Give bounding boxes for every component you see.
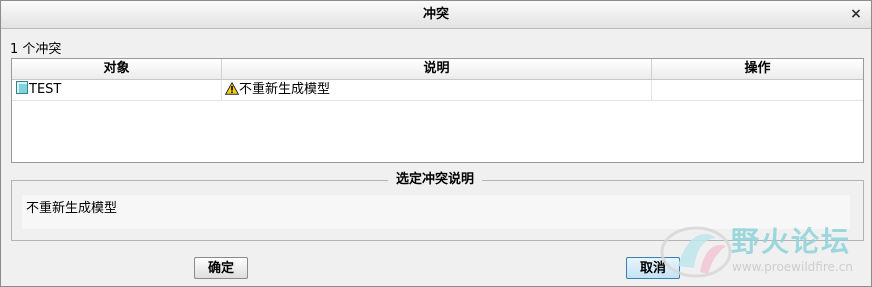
table-row[interactable]: TEST 不重新生成模型 [12,80,863,101]
watermark-name: 野火论坛 [731,225,852,258]
title-bar[interactable]: 冲突 × [1,1,871,29]
dialog-title: 冲突 [422,7,449,22]
watermark-url: www.proewildfire.cn [732,260,853,274]
forum-watermark: 野火论坛 www.proewildfire.cn [656,216,868,286]
close-icon[interactable]: × [847,5,865,23]
action-cell[interactable] [652,80,863,100]
description-text: 不重新生成模型 [239,82,331,97]
object-name: TEST [29,82,62,97]
watermark-logo-icon [660,226,732,278]
conflict-count: 1 个冲突 [10,42,62,57]
selected-description-text: 不重新生成模型 [26,201,118,216]
conflict-table: 对象 说明 操作 TEST 不重新生成模型 [11,58,864,163]
conflict-dialog: 冲突 × 1 个冲突 对象 说明 操作 TEST 不重新生成模型 选定冲突说明 … [0,0,872,287]
table-header: 对象 说明 操作 [12,59,863,80]
ok-button[interactable]: 确定 [194,257,248,279]
group-label: 选定冲突说明 [388,171,483,189]
column-header-action[interactable]: 操作 [652,59,863,79]
column-header-description[interactable]: 说明 [222,59,652,79]
column-header-object[interactable]: 对象 [12,59,222,79]
warning-triangle-icon [224,81,240,102]
object-cell[interactable]: TEST [12,80,222,100]
description-cell[interactable]: 不重新生成模型 [222,80,652,100]
model-part-icon [16,81,28,94]
